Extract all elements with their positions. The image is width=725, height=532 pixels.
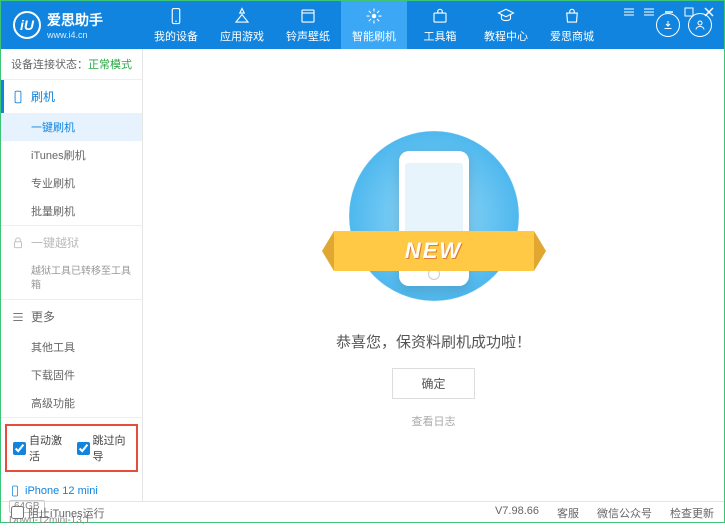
ok-button[interactable]: 确定 <box>392 368 474 399</box>
footer: 阻止iTunes运行 V7.98.66 客服 微信公众号 检查更新 <box>1 501 724 523</box>
phone-icon <box>11 90 25 104</box>
success-message: 恭喜您，保资料刷机成功啦！ <box>336 331 531 352</box>
minimize-icon[interactable] <box>663 6 675 18</box>
checkbox-auto-activate[interactable]: 自动激活 <box>13 432 67 464</box>
lock-icon <box>11 236 25 250</box>
menu-icon <box>11 310 25 324</box>
footer-link-support[interactable]: 客服 <box>557 505 579 521</box>
device-name[interactable]: iPhone 12 mini <box>9 484 134 498</box>
checkbox-skip-guide[interactable]: 跳过向导 <box>77 432 131 464</box>
sidebar-item-oneclick-flash[interactable]: 一键刷机 <box>1 113 142 141</box>
sidebar-header-flash[interactable]: 刷机 <box>1 80 142 113</box>
nav-smart-flash[interactable]: 智能刷机 <box>341 1 407 49</box>
sidebar-item-itunes-flash[interactable]: iTunes刷机 <box>1 141 142 169</box>
options-box: 自动激活 跳过向导 <box>5 424 138 472</box>
maximize-icon[interactable] <box>683 6 695 18</box>
sidebar: 设备连接状态：正常模式 刷机 一键刷机 iTunes刷机 专业刷机 批量刷机 一… <box>1 49 143 501</box>
menu-icon[interactable] <box>623 6 635 18</box>
footer-link-update[interactable]: 检查更新 <box>670 505 714 521</box>
nav-ringtone-wallpaper[interactable]: 铃声壁纸 <box>275 1 341 49</box>
nav-my-device[interactable]: 我的设备 <box>143 1 209 49</box>
device-status: 设备连接状态：正常模式 <box>1 49 142 80</box>
success-illustration: NEW <box>344 121 524 311</box>
app-name: 爱思助手 <box>47 10 103 30</box>
view-log-link[interactable]: 查看日志 <box>412 413 456 429</box>
sidebar-item-batch-flash[interactable]: 批量刷机 <box>1 197 142 225</box>
nav-apps-games[interactable]: 应用游戏 <box>209 1 275 49</box>
sidebar-item-other-tools[interactable]: 其他工具 <box>1 333 142 361</box>
nav-tutorials[interactable]: 教程中心 <box>473 1 539 49</box>
sidebar-item-advanced[interactable]: 高级功能 <box>1 389 142 417</box>
sidebar-header-jailbreak: 一键越狱 <box>1 226 142 259</box>
logo-area: iU 爱思助手 www.i4.cn <box>1 10 143 40</box>
new-banner: NEW <box>334 231 534 271</box>
nav-store[interactable]: 爱思商城 <box>539 1 605 49</box>
version-label: V7.98.66 <box>495 505 539 521</box>
sidebar-item-pro-flash[interactable]: 专业刷机 <box>1 169 142 197</box>
main-content: NEW 恭喜您，保资料刷机成功啦！ 确定 查看日志 <box>143 49 724 501</box>
logo-icon: iU <box>13 11 41 39</box>
sidebar-header-more[interactable]: 更多 <box>1 300 142 333</box>
device-icon <box>9 484 21 498</box>
close-icon[interactable] <box>703 6 715 18</box>
settings-icon[interactable] <box>643 6 655 18</box>
app-url: www.i4.cn <box>47 30 103 40</box>
sidebar-item-download-firmware[interactable]: 下载固件 <box>1 361 142 389</box>
checkbox-block-itunes[interactable]: 阻止iTunes运行 <box>11 505 479 521</box>
main-nav: 我的设备 应用游戏 铃声壁纸 智能刷机 工具箱 教程中心 爱思商城 <box>143 1 656 49</box>
titlebar: iU 爱思助手 www.i4.cn 我的设备 应用游戏 铃声壁纸 智能刷机 工具… <box>1 1 724 49</box>
jailbreak-note: 越狱工具已转移至工具箱 <box>1 259 142 299</box>
nav-toolbox[interactable]: 工具箱 <box>407 1 473 49</box>
footer-link-wechat[interactable]: 微信公众号 <box>597 505 652 521</box>
